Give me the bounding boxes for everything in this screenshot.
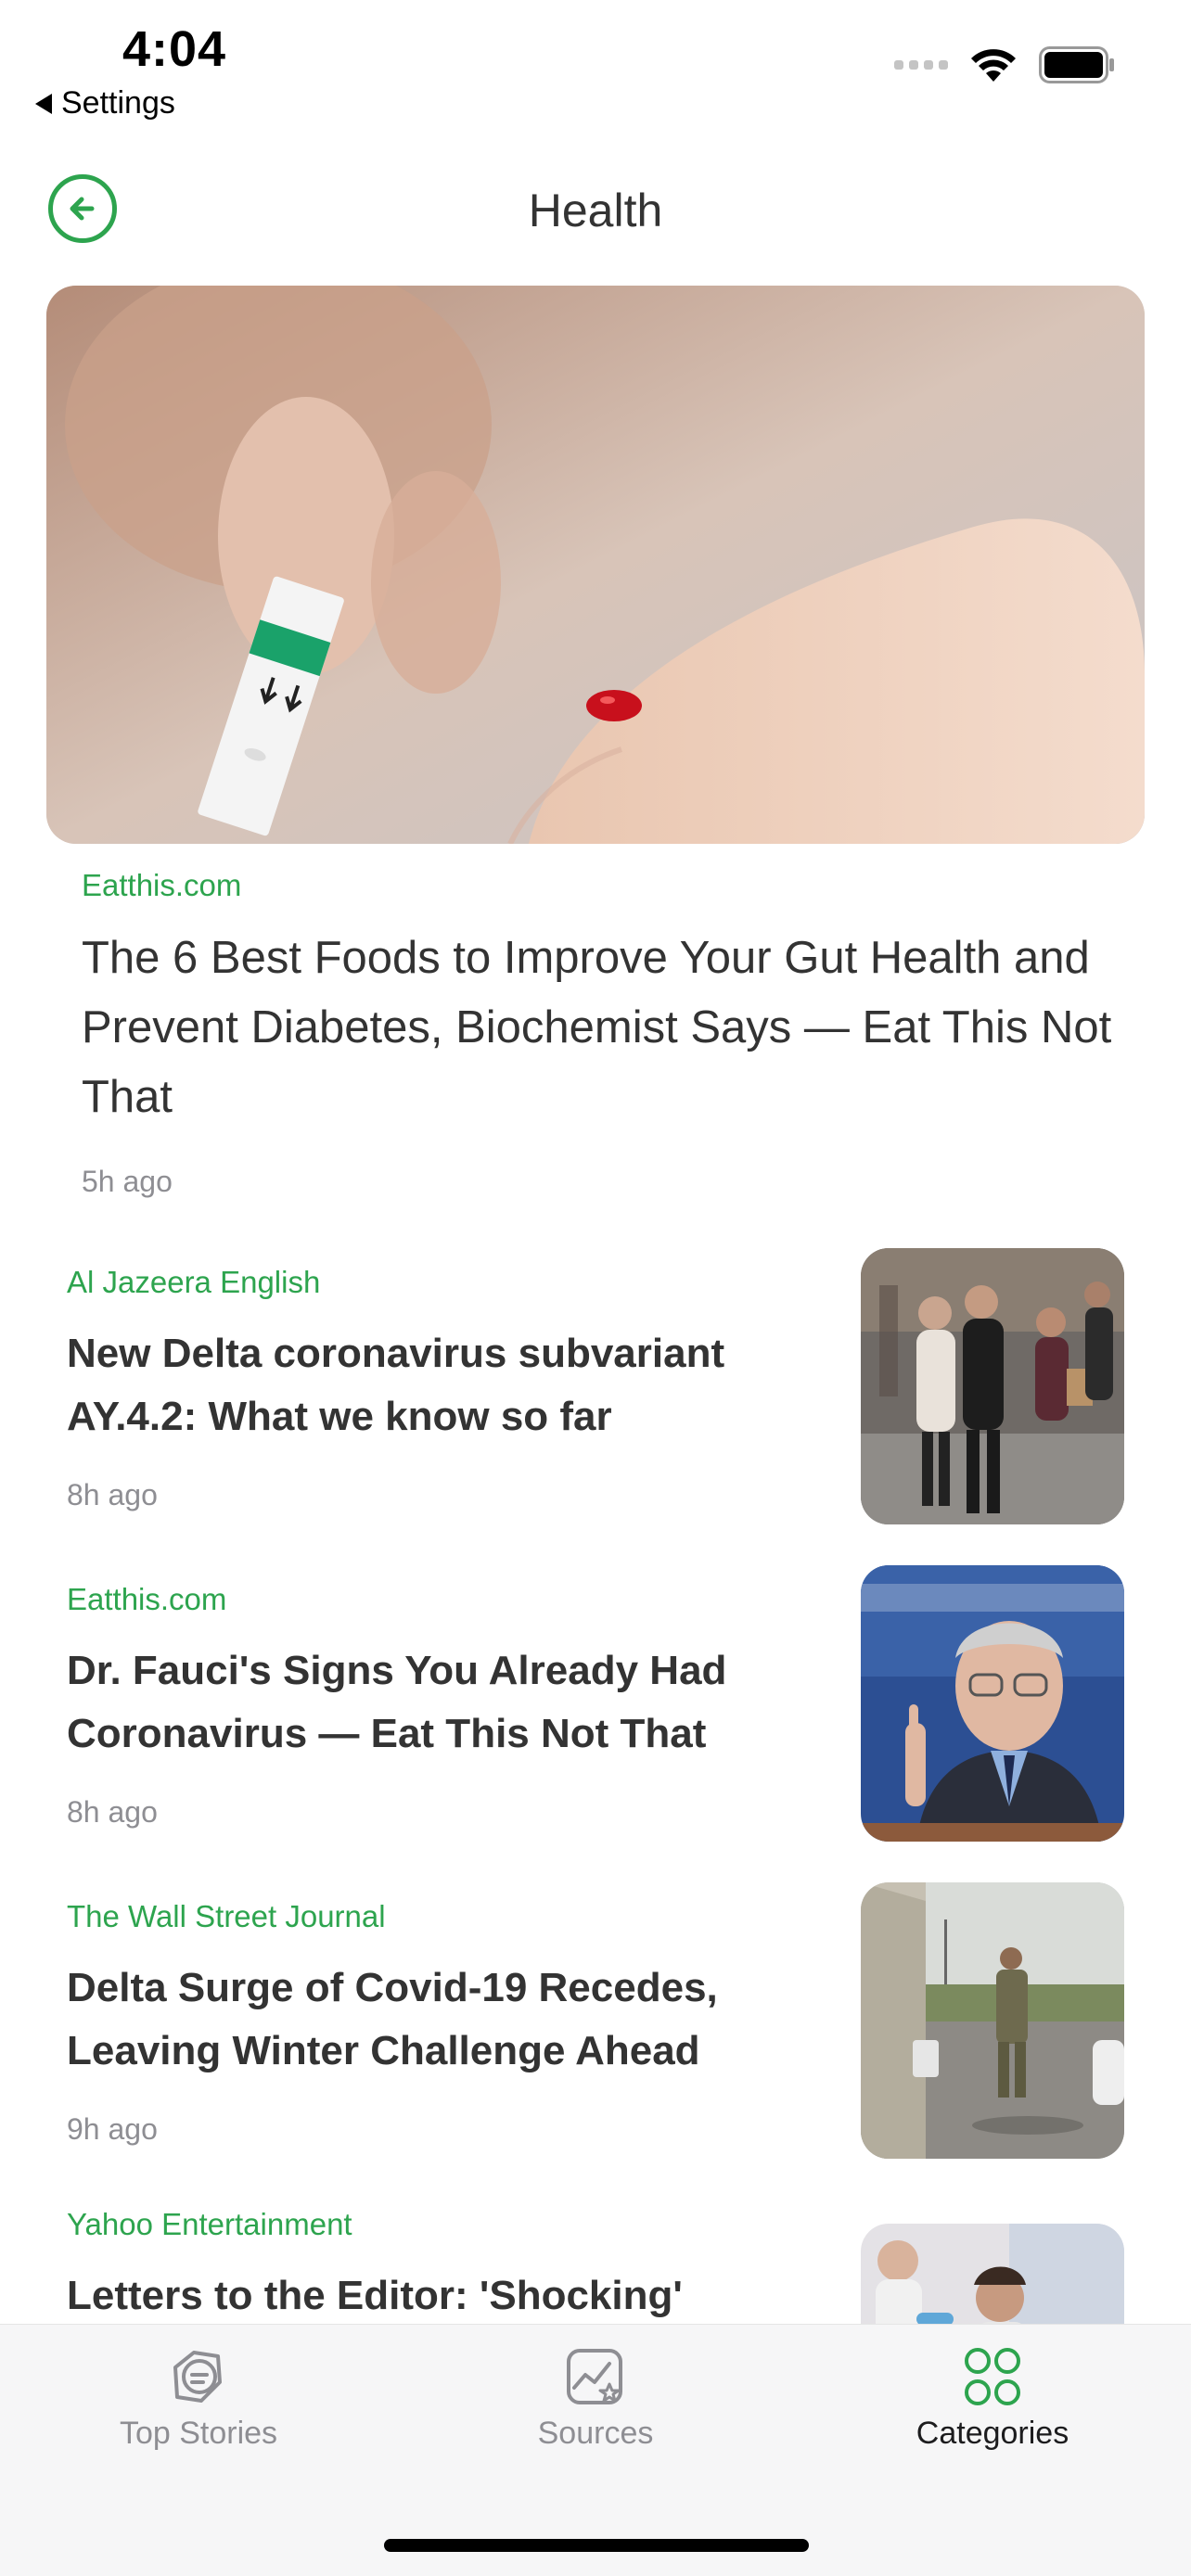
article-thumbnail[interactable] <box>861 1565 1124 1842</box>
back-triangle-icon <box>35 93 52 114</box>
article-time: 8h ago <box>67 1795 158 1829</box>
article-source[interactable]: Yahoo Entertainment <box>67 2207 352 2242</box>
tab-sources[interactable]: Sources <box>397 2325 794 2492</box>
status-time: 4:04 <box>122 21 227 77</box>
hero-article-title[interactable]: The 6 Best Foods to Improve Your Gut Hea… <box>82 924 1121 1132</box>
article-title[interactable]: Letters to the Editor: 'Shocking' <box>67 2264 790 2327</box>
tab-sources-label: Sources <box>537 2416 654 2451</box>
hero-article-time: 5h ago <box>82 1165 173 1198</box>
article-title[interactable]: New Delta coronavirus subvariant AY.4.2:… <box>67 1322 790 1448</box>
health-category-screen: 4:04 Settings Health Eatthis.com The 6 B… <box>0 0 1191 2576</box>
home-indicator[interactable] <box>384 2539 809 2552</box>
back-to-settings-link[interactable]: Settings <box>35 85 175 121</box>
article-source[interactable]: Eatthis.com <box>67 1582 226 1617</box>
back-to-settings-label: Settings <box>61 85 175 121</box>
list-item[interactable]: Eatthis.com Dr. Fauci's Signs You Alread… <box>0 1565 1191 1843</box>
tab-categories-label: Categories <box>916 2416 1069 2451</box>
tab-top-stories-label: Top Stories <box>119 2416 278 2451</box>
article-time: 9h ago <box>67 2112 158 2146</box>
article-source[interactable]: The Wall Street Journal <box>67 1899 386 1934</box>
list-item[interactable]: Al Jazeera English New Delta coronavirus… <box>0 1248 1191 1526</box>
top-stories-icon <box>173 2351 222 2403</box>
page-title: Health <box>528 185 663 236</box>
categories-icon <box>965 2348 1020 2405</box>
hero-article-source[interactable]: Eatthis.com <box>82 868 241 903</box>
status-indicators <box>894 46 1115 83</box>
battery-icon <box>1039 46 1114 83</box>
tab-categories[interactable]: Categories <box>794 2325 1191 2492</box>
article-thumbnail[interactable] <box>861 1248 1124 1524</box>
article-title[interactable]: Delta Surge of Covid-19 Recedes, Leaving… <box>67 1957 790 2083</box>
wifi-icon <box>971 49 1016 82</box>
cellular-signal-icon <box>894 60 948 70</box>
list-item[interactable]: The Wall Street Journal Delta Surge of C… <box>0 1882 1191 2161</box>
tab-top-stories[interactable]: Top Stories <box>0 2325 397 2492</box>
article-time: 8h ago <box>67 1478 158 1511</box>
sources-icon <box>567 2349 622 2404</box>
hero-article-image[interactable] <box>46 286 1145 844</box>
article-title[interactable]: Dr. Fauci's Signs You Already Had Corona… <box>67 1639 790 1766</box>
article-thumbnail[interactable] <box>861 1882 1124 2159</box>
article-source[interactable]: Al Jazeera English <box>67 1265 320 1300</box>
